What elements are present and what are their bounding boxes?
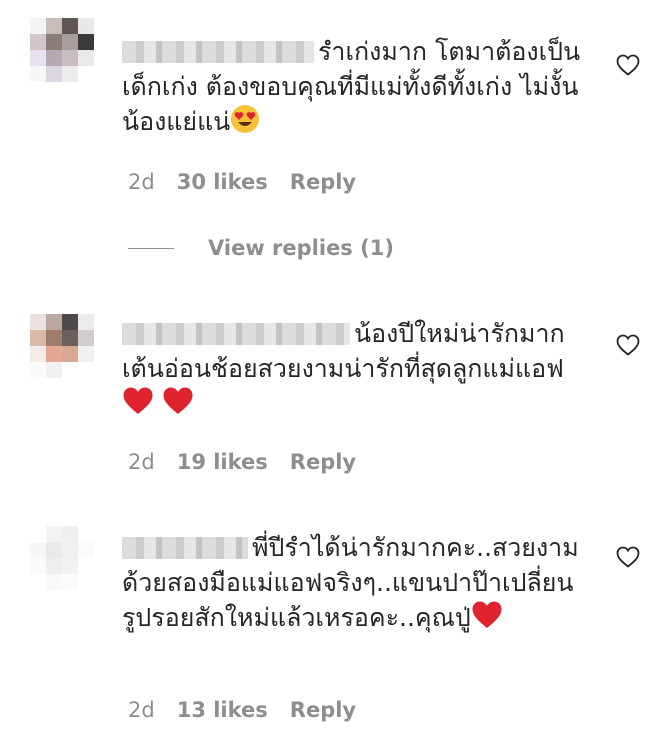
comment-text: น้องปีใหม่น่ารักมากเต้นอ่อนช้อยสวยงามน่า… xyxy=(122,316,592,425)
username-blurred[interactable] xyxy=(122,41,314,63)
comment-age[interactable]: 2d xyxy=(128,698,155,722)
heart-eyes-emoji xyxy=(230,104,260,143)
reply-button[interactable]: Reply xyxy=(290,450,356,474)
comment-age[interactable]: 2d xyxy=(128,450,155,474)
comment-meta: 2d 13 likes Reply xyxy=(128,698,356,722)
view-replies-label: View replies (1) xyxy=(208,236,394,260)
comment-text: พี่ปีรำได้น่ารักมากคะ..สวยงามด้วยสองมือแ… xyxy=(122,530,592,639)
comment-age[interactable]: 2d xyxy=(128,170,155,194)
likes-count[interactable]: 13 likes xyxy=(177,698,268,722)
red-heart-emoji xyxy=(162,386,194,425)
avatar[interactable] xyxy=(30,18,94,82)
reply-button[interactable]: Reply xyxy=(290,698,356,722)
comment-meta: 2d 30 likes Reply xyxy=(128,170,356,194)
view-replies-button[interactable]: View replies (1) xyxy=(128,236,394,260)
reply-button[interactable]: Reply xyxy=(290,170,356,194)
username-blurred[interactable] xyxy=(122,323,350,345)
username-blurred[interactable] xyxy=(122,537,248,559)
like-heart-icon[interactable] xyxy=(616,546,640,568)
like-heart-icon[interactable] xyxy=(616,54,640,76)
avatar[interactable] xyxy=(30,526,94,590)
red-heart-emoji xyxy=(122,386,154,425)
likes-count[interactable]: 19 likes xyxy=(177,450,268,474)
divider-line xyxy=(128,247,174,249)
comment-meta: 2d 19 likes Reply xyxy=(128,450,356,474)
likes-count[interactable]: 30 likes xyxy=(177,170,268,194)
like-heart-icon[interactable] xyxy=(616,334,640,356)
comment-text: รำเก่งมาก โตมาต้องเป็นเด็กเก่ง ต้องขอบคุ… xyxy=(122,34,592,143)
avatar[interactable] xyxy=(30,314,94,378)
red-heart-emoji xyxy=(471,600,503,639)
